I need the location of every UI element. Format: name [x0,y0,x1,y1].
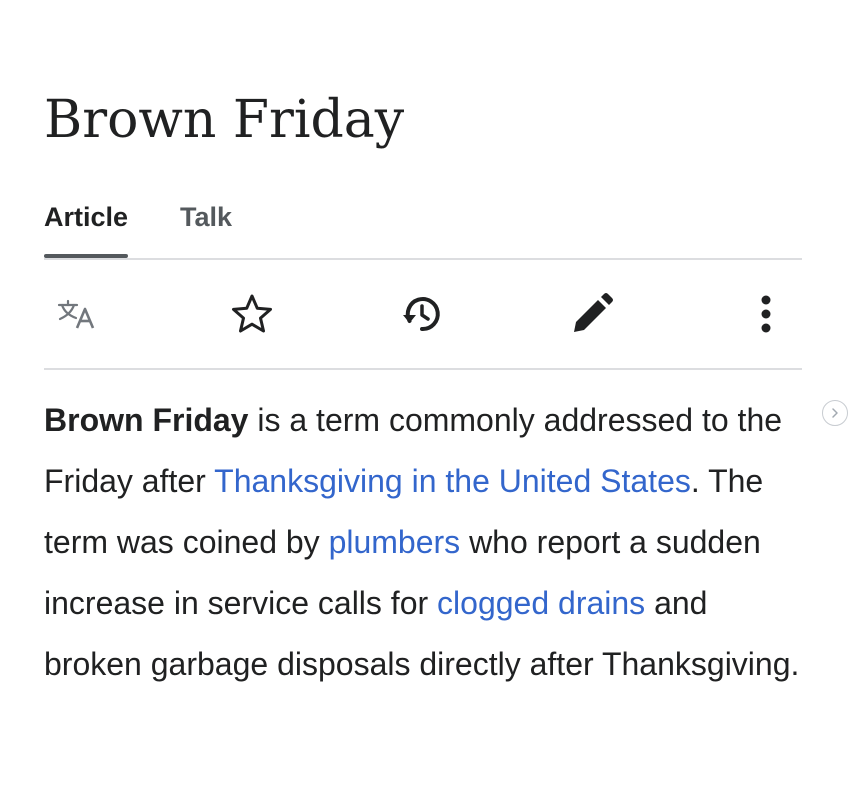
more-icon [761,295,771,333]
edit-button[interactable] [568,290,616,338]
tab-talk[interactable]: Talk [180,196,232,256]
chevron-right-icon [832,408,838,418]
link-clogged-drains[interactable]: clogged drains [437,585,645,621]
next-arrow-button[interactable] [822,400,848,426]
watch-button[interactable] [228,290,276,338]
article-paragraph: Brown Friday is a term commonly addresse… [44,390,804,695]
more-button[interactable] [742,290,790,338]
bold-term: Brown Friday [44,402,249,438]
history-icon [403,297,440,332]
link-plumbers[interactable]: plumbers [329,524,461,560]
language-button[interactable] [52,290,100,338]
link-thanksgiving-us[interactable]: Thanksgiving in the United States [214,463,691,499]
tab-article[interactable]: Article [44,196,129,258]
edit-icon [574,293,613,332]
language-icon [57,299,95,329]
page-tabs: Article Talk [44,196,802,260]
page-title: Brown Friday [44,90,405,150]
star-icon [232,294,272,333]
history-button[interactable] [398,290,446,338]
page-actions-toolbar [44,260,802,370]
